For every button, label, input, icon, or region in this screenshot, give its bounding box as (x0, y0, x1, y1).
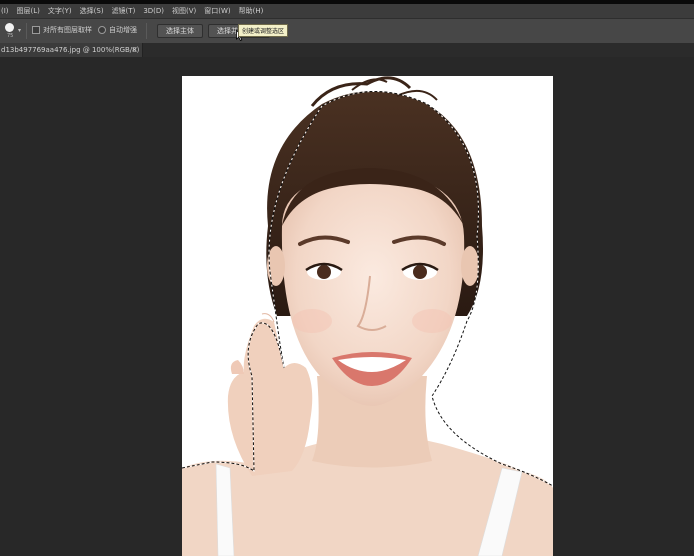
menu-bar: (I) 图层(L) 文字(Y) 选择(S) 滤镜(T) 3D(D) 视图(V) … (0, 4, 694, 18)
sample-all-layers-label: 对所有图层取样 (43, 26, 92, 34)
close-icon[interactable]: × (131, 43, 138, 57)
menu-select[interactable]: 选择(S) (76, 6, 108, 16)
divider (146, 23, 147, 39)
menu-filter[interactable]: 滤镜(T) (108, 6, 140, 16)
menu-3d[interactable]: 3D(D) (139, 7, 168, 15)
menu-layer[interactable]: 图层(L) (13, 6, 44, 16)
select-subject-button[interactable]: 选择主体 (157, 24, 203, 38)
menu-view[interactable]: 视图(V) (168, 6, 200, 16)
sample-all-layers-option[interactable]: 对所有图层取样 (32, 25, 92, 35)
auto-enhance-label: 自动增强 (109, 26, 137, 34)
chevron-down-icon[interactable]: ▾ (18, 27, 21, 34)
menu-window[interactable]: 窗口(W) (200, 6, 234, 16)
auto-enhance-option[interactable]: 自动增强 (98, 25, 137, 35)
document-tab-title: d13b497769aa476.jpg @ 100%(RGB/8) (1, 46, 140, 54)
photoshop-window: (I) 图层(L) 文字(Y) 选择(S) 滤镜(T) 3D(D) 视图(V) … (0, 0, 694, 556)
brush-size-label: 75 (7, 33, 14, 39)
menu-type[interactable]: 文字(Y) (44, 6, 76, 16)
menu-image[interactable]: (I) (0, 7, 13, 15)
portrait-photo (182, 76, 553, 556)
sample-all-layers-checkbox[interactable] (32, 26, 40, 34)
document-tab-bar: d13b497769aa476.jpg @ 100%(RGB/8) × (0, 43, 694, 57)
canvas-workspace[interactable] (0, 57, 694, 556)
auto-enhance-checkbox[interactable] (98, 26, 106, 34)
tooltip: 创建或调整选区 (238, 24, 289, 37)
document-tab[interactable]: d13b497769aa476.jpg @ 100%(RGB/8) × (0, 43, 143, 57)
options-bar: 75 ▾ 对所有图层取样 自动增强 选择主体 选择并遮住 ... (0, 18, 694, 44)
menu-help[interactable]: 帮助(H) (235, 6, 268, 16)
brush-icon[interactable]: 75 (4, 22, 16, 40)
divider (26, 23, 27, 39)
brush-preview (5, 23, 14, 32)
